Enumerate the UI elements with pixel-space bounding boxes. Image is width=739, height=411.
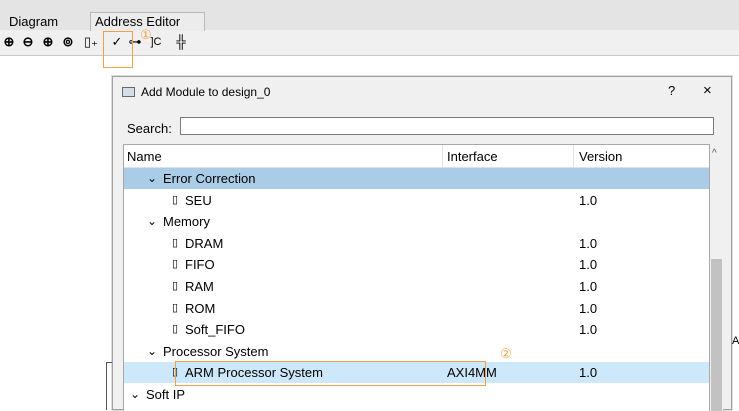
row-version: 1.0 xyxy=(579,322,598,338)
expand-chevron-icon[interactable]: ⌄ xyxy=(147,344,157,358)
add-module-dialog: Add Module to design_0 ? × Search: Name … xyxy=(112,76,732,411)
row-name: Soft IP xyxy=(146,387,186,402)
ip-block-icon: ▯ xyxy=(172,193,179,206)
tree-row[interactable]: ⌄ Soft IP xyxy=(124,384,709,405)
vertical-scrollbar[interactable]: ^ xyxy=(710,144,723,411)
expand-chevron-icon[interactable]: ⌄ xyxy=(147,214,157,228)
tree-row[interactable]: ▯ ROM 1.0 xyxy=(124,298,709,319)
tree-row[interactable]: ▯ FIFO 1.0 xyxy=(124,254,709,275)
pin-icon[interactable]: ╬ xyxy=(174,35,188,49)
row-version: 1.0 xyxy=(579,300,598,316)
annotation-number-one: ① xyxy=(140,27,152,42)
zoom-fit-icon[interactable]: ⊕ xyxy=(41,35,55,49)
ip-block-icon: ▯ xyxy=(172,236,179,249)
expand-chevron-icon[interactable]: ⌄ xyxy=(130,387,140,401)
row-name: ROM xyxy=(185,300,216,316)
tab-diagram[interactable]: Diagram xyxy=(5,14,62,30)
scroll-up-icon[interactable]: ^ xyxy=(712,148,717,159)
annotation-number-two: ② xyxy=(500,346,512,361)
close-button[interactable]: × xyxy=(703,82,712,99)
row-name: RAM xyxy=(185,279,214,294)
annotation-box-add-ip xyxy=(103,31,133,68)
expand-chevron-icon[interactable]: ⌄ xyxy=(147,171,157,185)
add-ip-icon[interactable]: ▯₊ xyxy=(81,35,101,49)
column-header-name[interactable]: Name xyxy=(127,149,162,164)
tree-row[interactable]: ▯ RAM 1.0 xyxy=(124,276,709,297)
search-label: Search: xyxy=(127,121,172,136)
row-name: Soft_FIFO xyxy=(185,322,245,338)
row-version: 1.0 xyxy=(579,279,598,294)
row-name: SEU xyxy=(185,192,212,208)
row-name: DRAM xyxy=(185,235,224,251)
tab-bar: Diagram Address Editor xyxy=(0,0,739,31)
canvas-block-edge xyxy=(106,362,107,410)
row-version: 1.0 xyxy=(579,365,598,381)
zoom-out-icon[interactable]: ⊖ xyxy=(21,35,35,49)
tree-row[interactable]: ▯ SEU 1.0 xyxy=(124,190,709,211)
row-version: 1.0 xyxy=(579,235,598,251)
ip-block-icon: ▯ xyxy=(172,323,179,336)
dialog-title: Add Module to design_0 xyxy=(141,85,271,99)
row-version: 1.0 xyxy=(579,192,598,208)
row-name: FIFO xyxy=(185,257,215,273)
ip-block-icon: ▯ xyxy=(172,258,179,271)
ip-block-icon: ▯ xyxy=(172,280,179,292)
tree-row[interactable]: ▯ Soft_FIFO 1.0 xyxy=(124,319,709,340)
background-text-fragment: A xyxy=(732,335,739,347)
scroll-thumb[interactable] xyxy=(711,259,722,411)
zoom-in-icon[interactable]: ⊕ xyxy=(2,35,16,49)
ip-block-icon: ▯ xyxy=(172,301,179,314)
row-name: Memory xyxy=(163,214,210,230)
annotation-box-arm-processor xyxy=(175,361,486,386)
tree-row[interactable]: ⌄ Memory xyxy=(124,211,709,232)
column-header-version[interactable]: Version xyxy=(579,149,622,164)
window-icon xyxy=(122,87,135,97)
row-version: 1.0 xyxy=(579,257,598,273)
dialog-title-bar: Add Module to design_0 ? × xyxy=(113,77,731,107)
tree-header: Name Interface Version xyxy=(124,145,709,168)
help-button[interactable]: ? xyxy=(668,83,675,98)
tree-row[interactable]: ⌄ Error Correction xyxy=(124,168,709,189)
tree-row[interactable]: ▯ DRAM 1.0 xyxy=(124,233,709,254)
row-name: Processor System xyxy=(163,343,269,359)
search-input[interactable] xyxy=(180,117,714,135)
column-header-interface[interactable]: Interface xyxy=(447,149,498,164)
zoom-area-icon[interactable]: ⊚ xyxy=(61,35,75,49)
row-name: Error Correction xyxy=(163,171,256,186)
tree-row[interactable]: ⌄ Processor System xyxy=(124,341,709,362)
